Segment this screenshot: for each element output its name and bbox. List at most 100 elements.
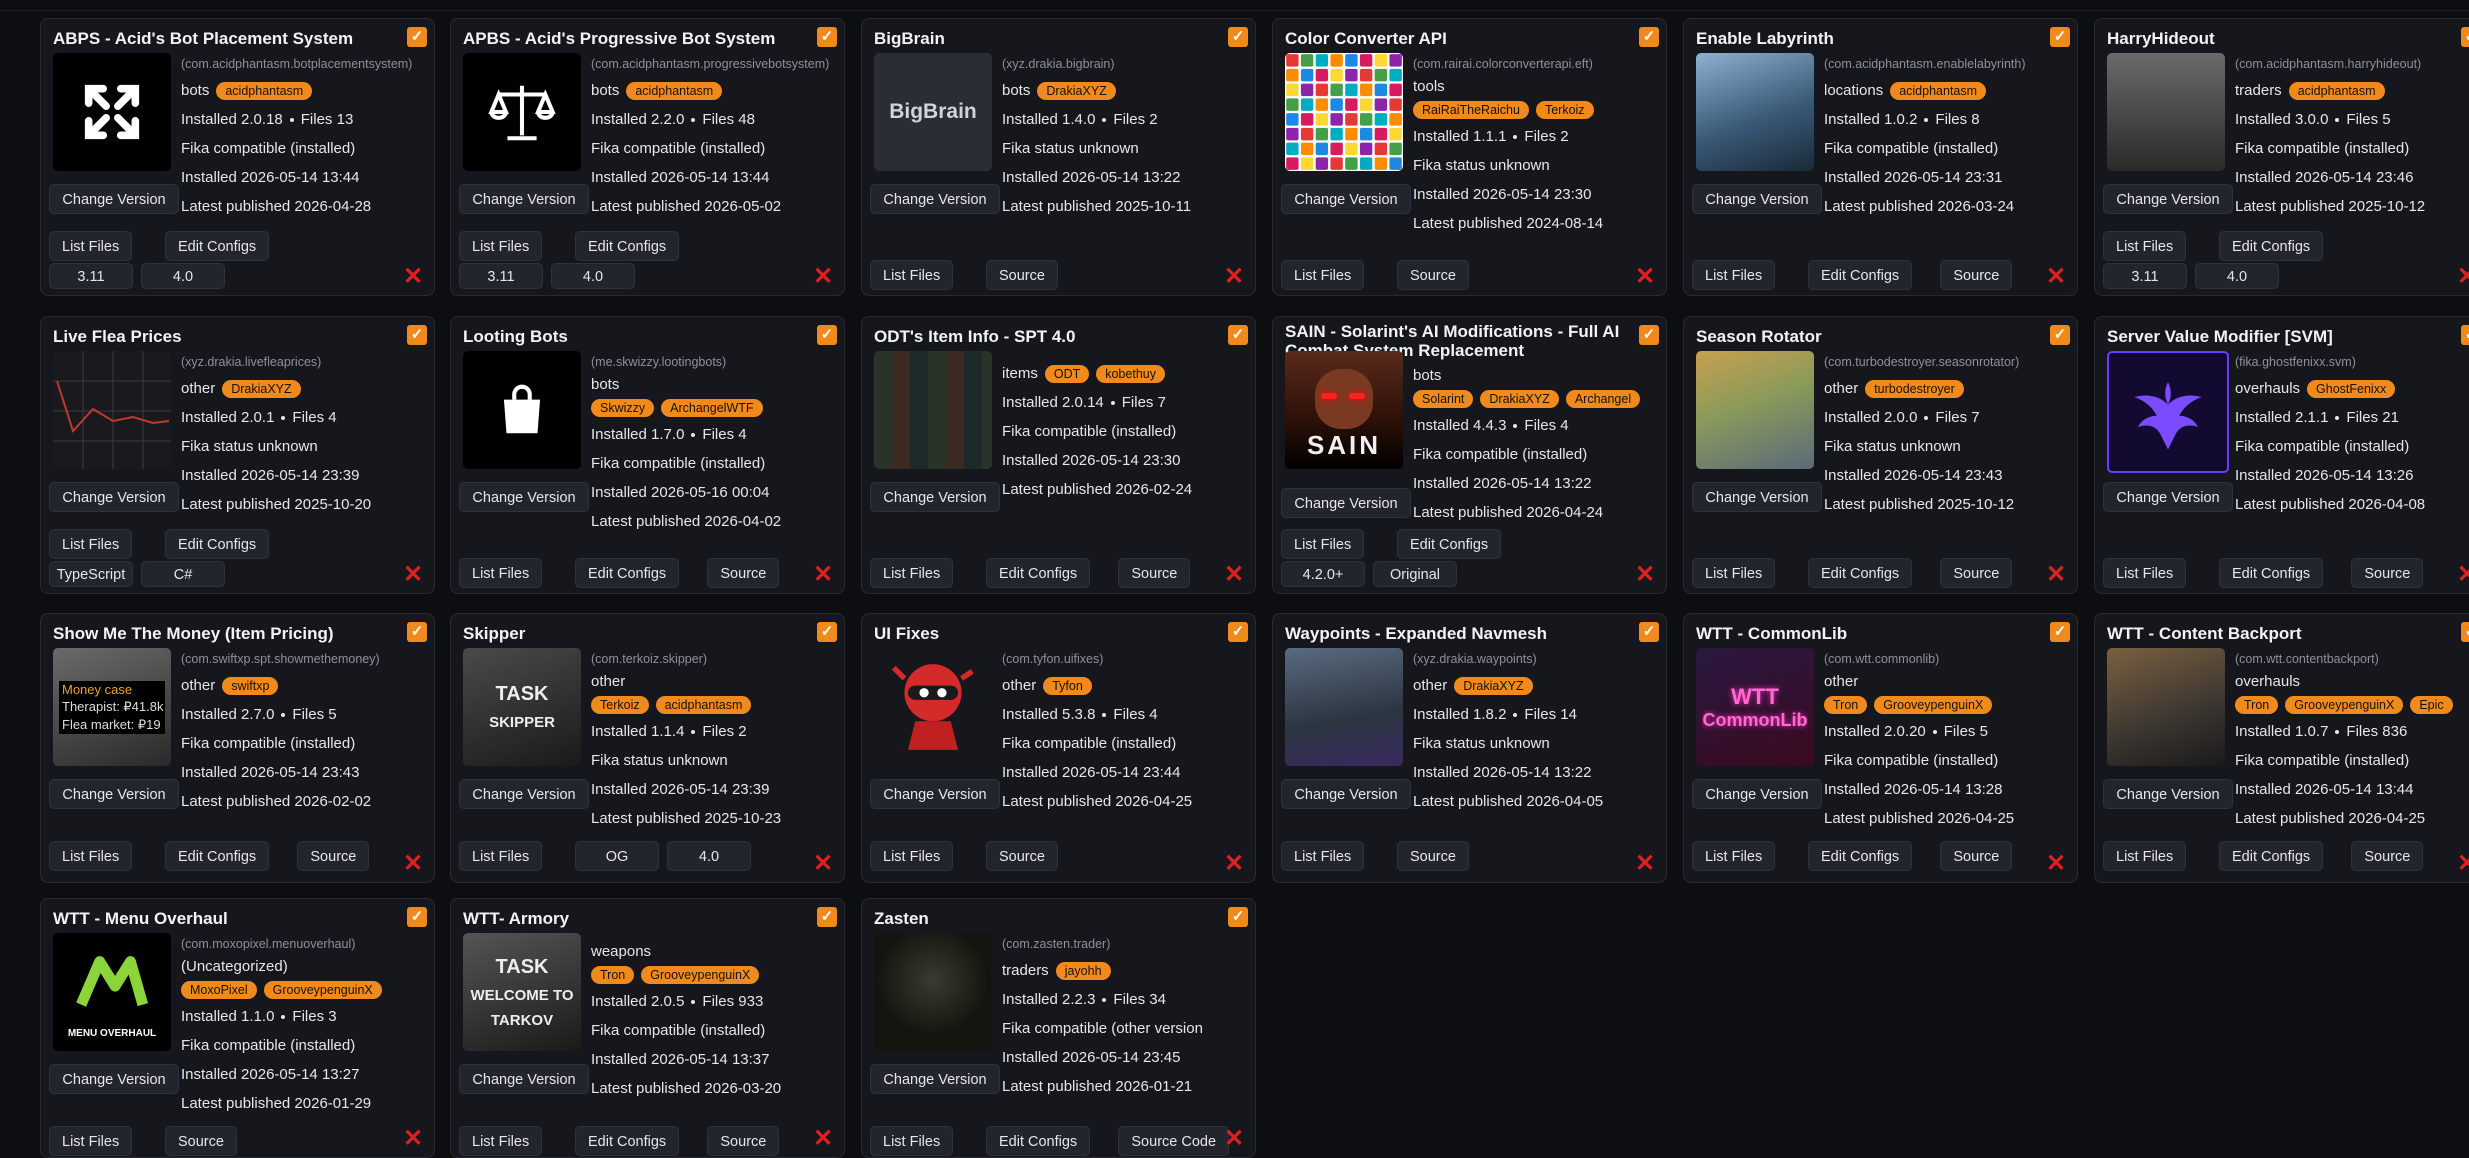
remove-mod-button[interactable]: ✕ (813, 265, 833, 289)
remove-mod-button[interactable]: ✕ (813, 563, 833, 587)
action-button-source[interactable]: Source (1397, 841, 1469, 871)
enabled-checkbox[interactable]: ✓ (1228, 622, 1248, 642)
remove-mod-button[interactable]: ✕ (403, 563, 423, 587)
change-version-button[interactable]: Change Version (459, 1064, 589, 1094)
change-version-button[interactable]: Change Version (1281, 779, 1411, 809)
action-button-edit-configs[interactable]: Edit Configs (165, 529, 270, 559)
remove-mod-button[interactable]: ✕ (403, 265, 423, 289)
version-chip[interactable]: 3.11 (459, 263, 543, 289)
action-button-list-files[interactable]: List Files (459, 558, 543, 588)
enabled-checkbox[interactable]: ✓ (2050, 622, 2070, 642)
action-button-edit-configs[interactable]: Edit Configs (1808, 558, 1913, 588)
version-chip[interactable]: Original (1373, 561, 1457, 587)
enabled-checkbox[interactable]: ✓ (817, 907, 837, 927)
change-version-button[interactable]: Change Version (1692, 779, 1822, 809)
action-button-edit-configs[interactable]: Edit Configs (165, 231, 270, 261)
change-version-button[interactable]: Change Version (870, 184, 1000, 214)
action-button-edit-configs[interactable]: Edit Configs (986, 1126, 1091, 1156)
action-button-source[interactable]: Source (297, 841, 370, 871)
version-chip[interactable]: C# (141, 561, 225, 587)
change-version-button[interactable]: Change Version (870, 482, 1000, 512)
remove-mod-button[interactable]: ✕ (1224, 563, 1244, 587)
enabled-checkbox[interactable]: ✓ (1639, 622, 1659, 642)
action-button-source[interactable]: Source (986, 260, 1058, 290)
remove-mod-button[interactable]: ✕ (2046, 852, 2066, 876)
change-version-button[interactable]: Change Version (1692, 482, 1822, 512)
action-button-source[interactable]: Source (1118, 558, 1191, 588)
action-button-list-files[interactable]: List Files (1281, 529, 1365, 559)
remove-mod-button[interactable]: ✕ (2457, 265, 2469, 289)
action-button-source[interactable]: Source (2351, 841, 2424, 871)
action-button-edit-configs[interactable]: Edit Configs (1397, 529, 1502, 559)
enabled-checkbox[interactable]: ✓ (817, 27, 837, 47)
enabled-checkbox[interactable]: ✓ (407, 27, 427, 47)
remove-mod-button[interactable]: ✕ (1224, 265, 1244, 289)
change-version-button[interactable]: Change Version (49, 1064, 179, 1094)
remove-mod-button[interactable]: ✕ (813, 852, 833, 876)
action-button-source[interactable]: Source (986, 841, 1058, 871)
remove-mod-button[interactable]: ✕ (2457, 563, 2469, 587)
action-button-list-files[interactable]: List Files (49, 529, 133, 559)
action-button-edit-configs[interactable]: Edit Configs (575, 558, 680, 588)
version-chip[interactable]: 4.0 (551, 263, 635, 289)
change-version-button[interactable]: Change Version (870, 1064, 1000, 1094)
enabled-checkbox[interactable]: ✓ (1228, 907, 1248, 927)
remove-mod-button[interactable]: ✕ (1635, 563, 1655, 587)
enabled-checkbox[interactable]: ✓ (2461, 622, 2469, 642)
enabled-checkbox[interactable]: ✓ (2461, 27, 2469, 47)
enabled-checkbox[interactable]: ✓ (1639, 27, 1659, 47)
action-button-source[interactable]: Source (707, 558, 780, 588)
change-version-button[interactable]: Change Version (1281, 488, 1411, 518)
action-button-edit-configs[interactable]: Edit Configs (986, 558, 1091, 588)
action-button-list-files[interactable]: List Files (459, 1126, 543, 1156)
action-button-list-files[interactable]: List Files (49, 841, 133, 871)
version-chip[interactable]: 3.11 (2103, 263, 2187, 289)
action-button-list-files[interactable]: List Files (2103, 841, 2187, 871)
remove-mod-button[interactable]: ✕ (2046, 265, 2066, 289)
enabled-checkbox[interactable]: ✓ (1228, 325, 1248, 345)
enabled-checkbox[interactable]: ✓ (2461, 325, 2469, 345)
action-button-source[interactable]: Source (165, 1126, 237, 1156)
change-version-button[interactable]: Change Version (49, 184, 179, 214)
action-button-list-files[interactable]: List Files (459, 841, 543, 871)
enabled-checkbox[interactable]: ✓ (407, 325, 427, 345)
remove-mod-button[interactable]: ✕ (1635, 852, 1655, 876)
change-version-button[interactable]: Change Version (870, 779, 1000, 809)
action-button-list-files[interactable]: List Files (2103, 231, 2187, 261)
change-version-button[interactable]: Change Version (459, 779, 589, 809)
action-button-edit-configs[interactable]: Edit Configs (165, 841, 270, 871)
change-version-button[interactable]: Change Version (459, 482, 589, 512)
action-button-list-files[interactable]: List Files (1281, 841, 1365, 871)
remove-mod-button[interactable]: ✕ (813, 1127, 833, 1151)
version-chip[interactable]: 4.2.0+ (1281, 561, 1365, 587)
enabled-checkbox[interactable]: ✓ (2050, 325, 2070, 345)
change-version-button[interactable]: Change Version (459, 184, 589, 214)
action-button-list-files[interactable]: List Files (1281, 260, 1365, 290)
enabled-checkbox[interactable]: ✓ (817, 325, 837, 345)
action-button-source-code[interactable]: Source Code (1118, 1126, 1230, 1156)
remove-mod-button[interactable]: ✕ (2457, 852, 2469, 876)
version-chip[interactable]: 3.11 (49, 263, 133, 289)
action-button-list-files[interactable]: List Files (870, 841, 954, 871)
action-button-edit-configs[interactable]: Edit Configs (1808, 841, 1913, 871)
enabled-checkbox[interactable]: ✓ (407, 622, 427, 642)
enabled-checkbox[interactable]: ✓ (2050, 27, 2070, 47)
action-button-list-files[interactable]: List Files (1692, 841, 1776, 871)
action-button-source[interactable]: Source (1940, 260, 2013, 290)
action-button-edit-configs[interactable]: Edit Configs (575, 1126, 680, 1156)
action-button-edit-configs[interactable]: Edit Configs (2219, 841, 2324, 871)
action-button-list-files[interactable]: List Files (459, 231, 543, 261)
enabled-checkbox[interactable]: ✓ (407, 907, 427, 927)
action-button-list-files[interactable]: List Files (870, 1126, 954, 1156)
action-button-list-files[interactable]: List Files (1692, 260, 1776, 290)
action-button-source[interactable]: Source (1940, 841, 2013, 871)
action-button-source[interactable]: Source (1940, 558, 2013, 588)
change-version-button[interactable]: Change Version (1692, 184, 1822, 214)
action-button-4-0[interactable]: 4.0 (667, 841, 751, 871)
action-button-list-files[interactable]: List Files (870, 260, 954, 290)
version-chip[interactable]: 4.0 (141, 263, 225, 289)
remove-mod-button[interactable]: ✕ (1635, 265, 1655, 289)
action-button-source[interactable]: Source (707, 1126, 780, 1156)
enabled-checkbox[interactable]: ✓ (1639, 325, 1659, 345)
action-button-edit-configs[interactable]: Edit Configs (2219, 231, 2324, 261)
